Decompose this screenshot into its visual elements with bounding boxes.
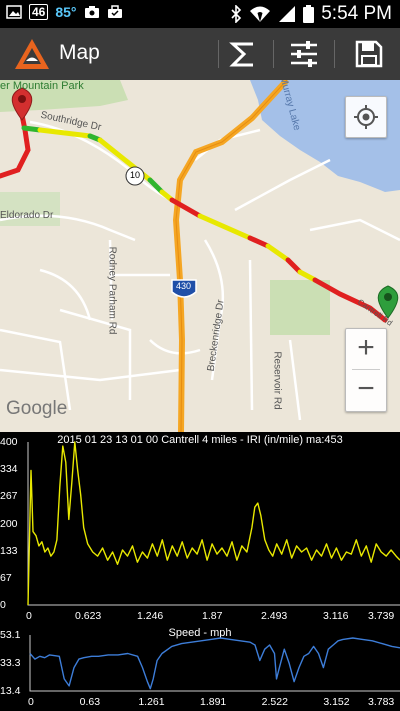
speed-y-tick-label: 33.3 [0, 657, 21, 669]
iri-y-tick-label: 133 [0, 544, 18, 557]
speed-y-tick-label: 53.1 [0, 629, 21, 641]
iri-x-tick-label: 1.87 [202, 610, 223, 622]
iri-y-tick-label: 334 [0, 463, 18, 476]
iri-y-tick-label: 200 [0, 517, 18, 530]
sigma-icon[interactable] [229, 40, 257, 68]
divider [218, 40, 219, 68]
street-label: Eldorado Dr [0, 210, 54, 221]
speed-x-tick-label: 3.152 [323, 696, 350, 708]
iri-y-tick-label: 267 [0, 490, 18, 503]
iri-x-tick-label: 2.493 [261, 610, 288, 622]
speed-x-tick-label: 0 [28, 696, 34, 708]
speed-series-line [29, 637, 400, 690]
iri-chart: 2015 01 23 13 01 00 Cantrell 4 miles - I… [0, 432, 400, 624]
iri-series-line [27, 441, 400, 606]
google-logo: Google [6, 398, 68, 419]
interstate-430-label: 430 [176, 281, 192, 291]
signal-icon [279, 6, 296, 22]
wifi-icon [250, 6, 271, 22]
crosshair-icon [354, 105, 378, 129]
speed-x-tick-label: 3.783 [368, 696, 395, 708]
street-label: Rodney Parham Rd [106, 246, 118, 335]
iri-y-tick-label: 400 [0, 436, 18, 448]
save-icon[interactable] [355, 40, 383, 68]
bluetooth-icon [231, 5, 242, 23]
speed-x-tick-label: 1.891 [200, 696, 227, 708]
page-title: Map [59, 41, 100, 64]
clock: 5:54 PM [321, 3, 392, 24]
temperature: 85° [55, 4, 77, 20]
iri-x-tick-label: 0 [26, 610, 32, 622]
battery-icon [303, 5, 315, 23]
street-label: Reservoir Rd [271, 351, 283, 410]
iri-x-tick-label: 1.246 [137, 610, 164, 622]
action-bar: Map [0, 28, 400, 80]
iri-x-tick-label: 3.739 [368, 610, 395, 622]
divider [273, 40, 274, 68]
iri-x-tick-label: 3.116 [323, 610, 349, 622]
warning-triangle-icon[interactable] [14, 37, 50, 71]
iri-y-tick-label: 0 [0, 599, 6, 611]
sliders-icon[interactable] [289, 40, 319, 68]
zoom-in-button[interactable]: + [346, 329, 386, 369]
speed-chart: Speed - mph 53.1 33.3 13.4 0 0.63 1.261 1.891… [0, 625, 400, 711]
zoom-out-button[interactable]: − [346, 370, 386, 410]
speed-x-tick-label: 0.63 [79, 696, 101, 708]
briefcase-icon [107, 5, 122, 18]
park-label: er Mountain Park [0, 80, 84, 92]
lte-badge-icon: 46 [29, 4, 49, 20]
status-bar: 46 85° 5:54 PM [0, 0, 400, 28]
iri-x-tick-label: 0.623 [75, 610, 102, 622]
divider [334, 40, 335, 68]
start-marker [11, 87, 33, 121]
highway-430 [172, 80, 290, 432]
iri-chart-plot [27, 441, 400, 606]
iri-y-tick-label: 67 [0, 571, 12, 584]
speed-axes [29, 635, 400, 692]
map-view[interactable]: er Mountain Park Southridge Dr Eldorado … [0, 80, 400, 432]
map-canvas [0, 80, 400, 432]
speed-x-tick-label: 2.522 [261, 696, 288, 708]
speed-y-tick-label: 13.4 [0, 685, 21, 697]
status-left: 46 85° [6, 4, 123, 20]
photo-icon [84, 6, 99, 18]
route-10-label: 10 [130, 170, 141, 180]
zoom-controls: + − [345, 328, 387, 412]
image-icon [6, 5, 22, 19]
my-location-button[interactable] [345, 96, 387, 138]
speed-x-tick-label: 1.261 [138, 696, 165, 708]
status-right: 5:54 PM [230, 3, 392, 25]
